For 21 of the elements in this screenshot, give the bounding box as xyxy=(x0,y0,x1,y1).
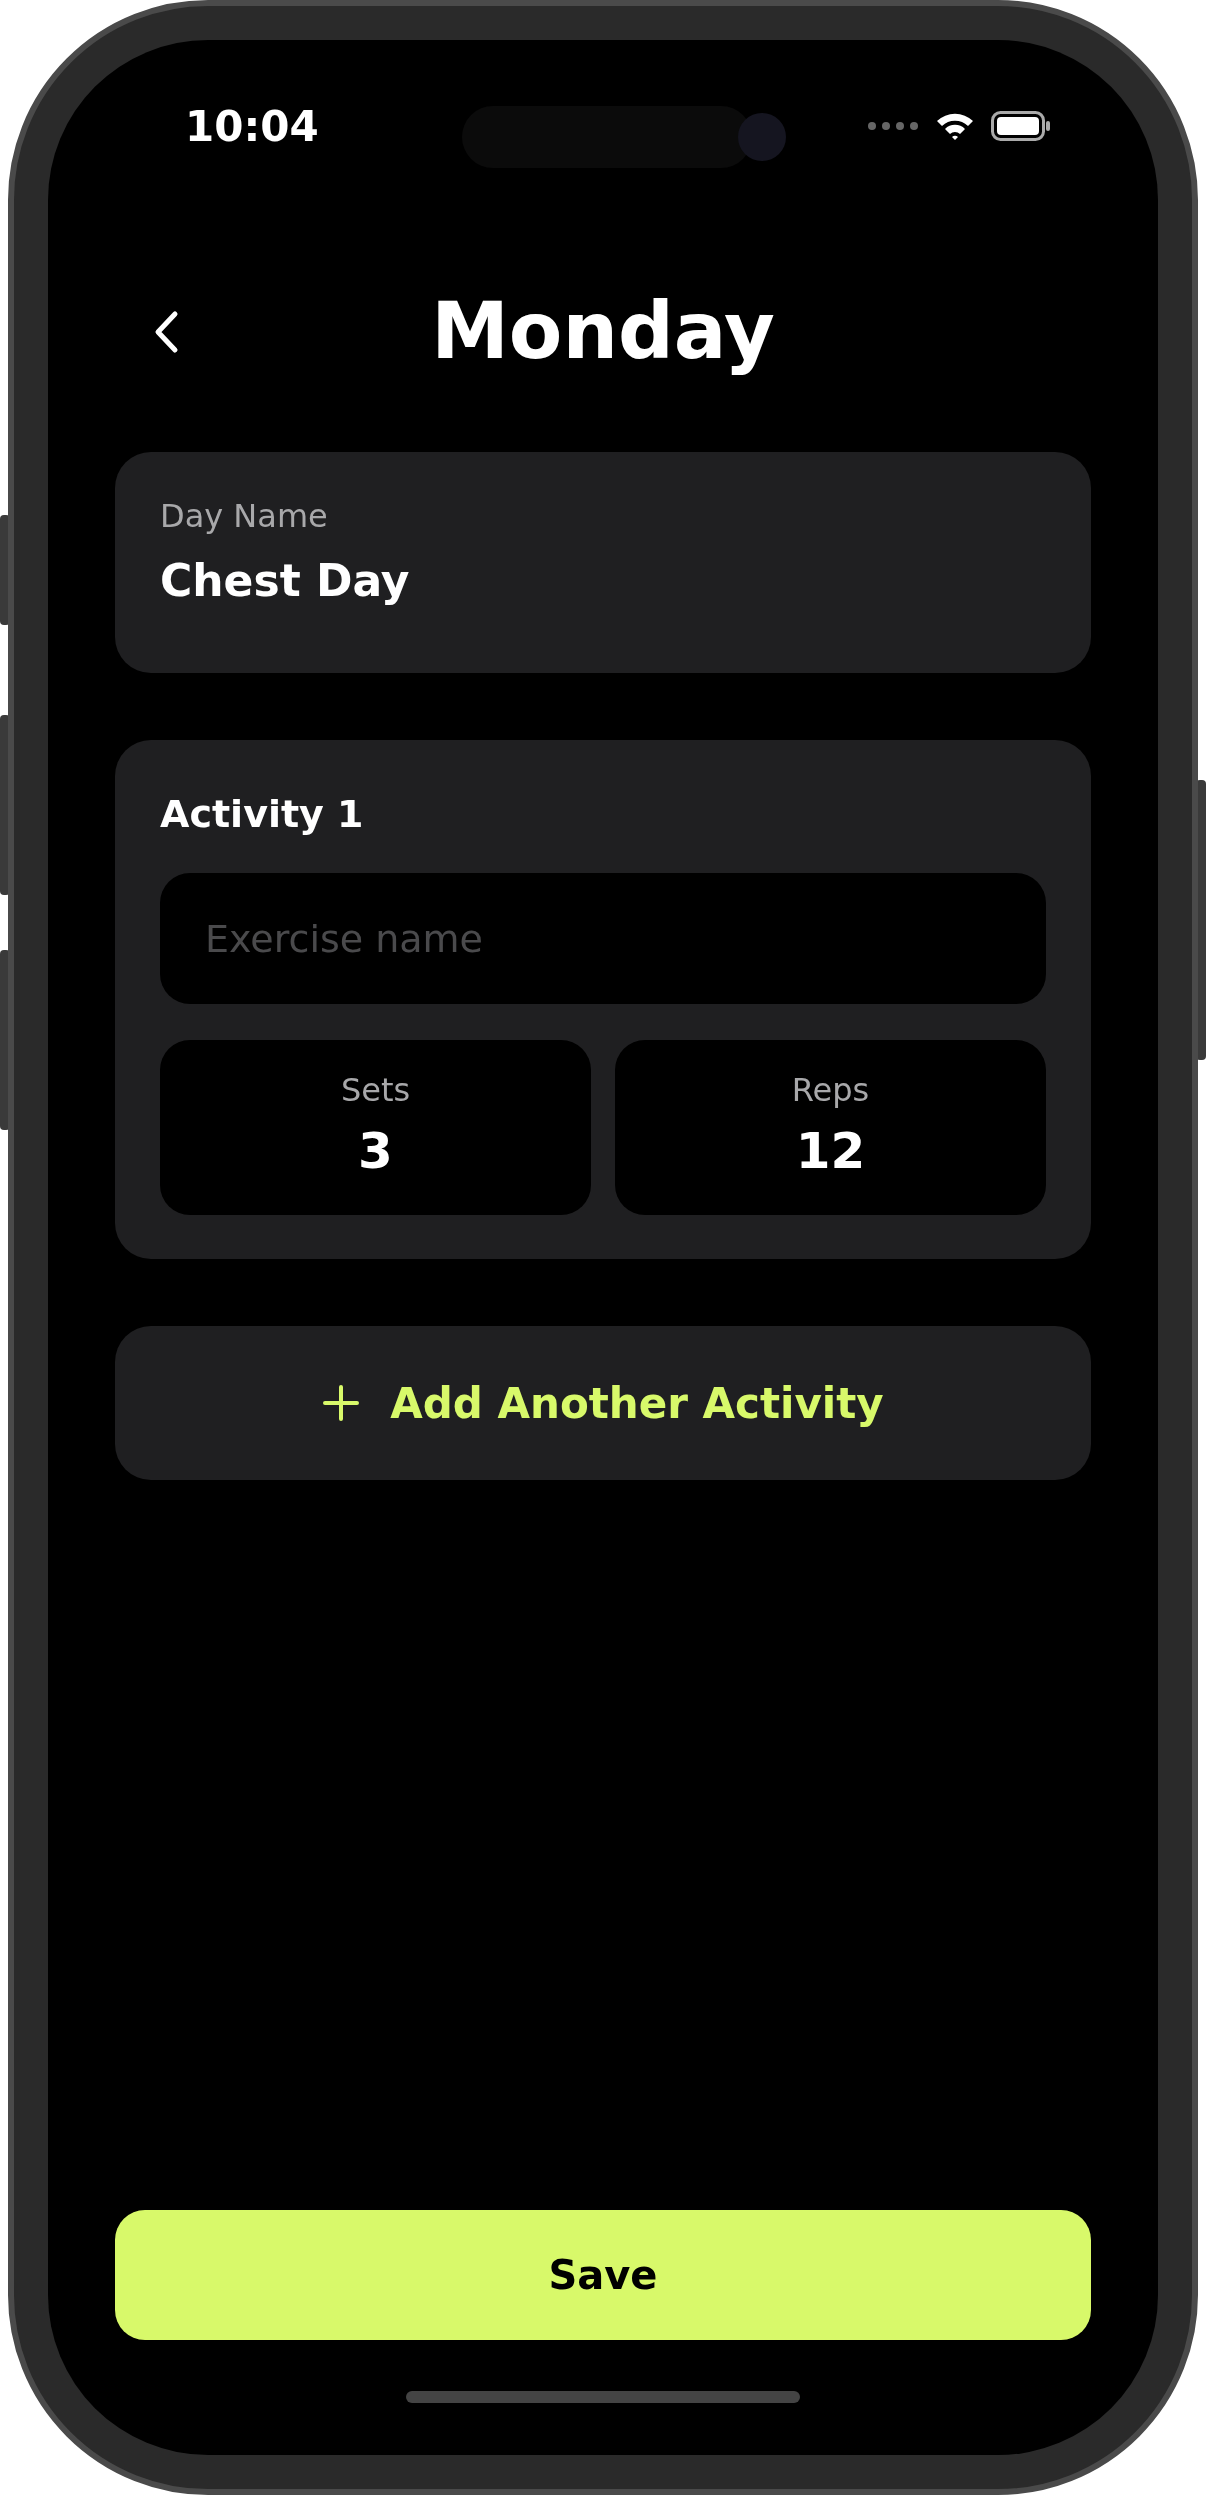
field-value: 3 xyxy=(358,1121,393,1182)
camera-icon xyxy=(738,113,786,161)
battery-icon xyxy=(991,111,1051,141)
exercise-name-input[interactable]: Exercise name xyxy=(160,873,1046,1004)
field-value: 12 xyxy=(795,1121,866,1182)
field-label: Reps xyxy=(791,1070,870,1111)
day-name-input[interactable]: Chest Day xyxy=(160,548,1046,614)
wifi-icon xyxy=(935,111,975,141)
sets-field[interactable]: Sets 3 xyxy=(160,1040,591,1215)
signal-icon xyxy=(867,121,919,131)
activity-title: Activity 1 xyxy=(160,791,365,838)
reps-field[interactable]: Reps 12 xyxy=(615,1040,1046,1215)
day-name-field[interactable]: Day Name Chest Day xyxy=(115,452,1091,673)
plus-icon xyxy=(322,1384,361,1422)
save-button[interactable]: Save xyxy=(115,2210,1091,2340)
status-time: 10:04 xyxy=(185,100,319,153)
page-title: Monday xyxy=(431,285,775,379)
field-label: Day Name xyxy=(160,496,329,537)
back-icon xyxy=(153,310,179,354)
field-label: Sets xyxy=(340,1070,411,1111)
add-activity-button[interactable]: Add Another Activity xyxy=(115,1326,1091,1480)
